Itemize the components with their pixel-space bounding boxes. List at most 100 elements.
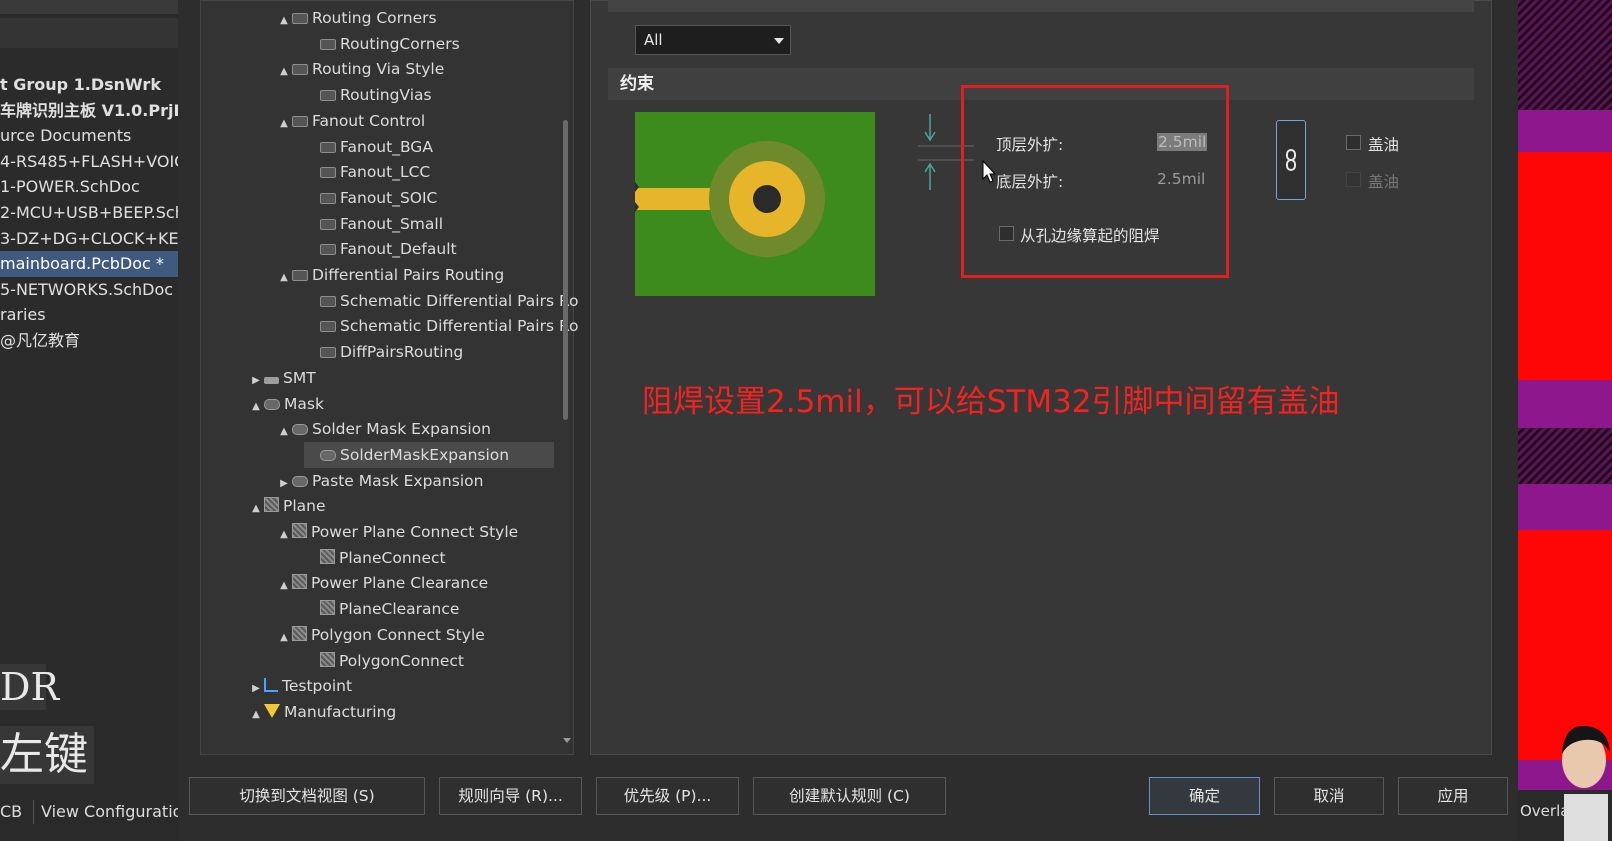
overlay-caption-2: 左键	[0, 726, 94, 784]
plane-rule-icon	[292, 523, 307, 538]
from-hole-edge-checkbox[interactable]	[999, 226, 1014, 241]
rule-tree-node[interactable]: ▲ Manufacturing	[248, 699, 396, 725]
rule-tree-node[interactable]: ▲ Power Plane Clearance	[276, 570, 488, 596]
rule-tree-node[interactable]: ▶ Testpoint	[248, 673, 352, 699]
rule-tree-node[interactable]: ▲ Solder Mask Expansion	[276, 416, 491, 442]
tent-top-checkbox[interactable]	[1346, 135, 1361, 150]
top-expansion-label: 顶层外扩:	[996, 136, 1064, 154]
create-default-rules-button[interactable]: 创建默认规则 (C)	[753, 777, 946, 815]
project-item[interactable]: 4-RS485+FLASH+VOICI	[0, 149, 178, 175]
rule-tree-node[interactable]: ▲ Routing Via Style	[276, 56, 444, 82]
scope-select-value: All	[644, 31, 663, 49]
collapse-arrow-icon[interactable]: ▲	[248, 496, 264, 522]
collapse-arrow-icon[interactable]: ▲	[276, 522, 292, 548]
rule-tree-label: Fanout_BGA	[340, 137, 433, 156]
collapse-arrow-icon[interactable]: ▲	[248, 394, 264, 420]
rule-tree-node[interactable]: DiffPairsRouting	[304, 339, 463, 365]
panel-search-bar[interactable]	[0, 18, 178, 48]
rule-tree-node[interactable]: PolygonConnect	[304, 648, 464, 674]
rule-tree-label: DiffPairsRouting	[340, 343, 464, 362]
collapse-arrow-icon[interactable]: ▲	[276, 419, 292, 445]
priorities-button[interactable]: 优先级 (P)...	[596, 777, 739, 815]
chain-link-icon	[1286, 149, 1296, 171]
scope-select[interactable]: All	[635, 25, 791, 55]
project-item[interactable]: 5-NETWORKS.SchDoc	[0, 277, 178, 303]
rule-tree-label: Plane	[283, 497, 326, 516]
project-item[interactable]: 2-MCU+USB+BEEP.SchI	[0, 200, 178, 226]
rule-tree-node[interactable]: Fanout_Default	[304, 236, 457, 262]
project-item[interactable]: raries	[0, 302, 178, 328]
rule-tree-node[interactable]: RoutingCorners	[304, 31, 460, 57]
project-item[interactable]: mainboard.PcbDoc *	[0, 251, 178, 278]
project-item[interactable]: 车牌识别主板 V1.0.PrjP	[0, 98, 178, 124]
switch-document-view-button[interactable]: 切换到文档视图 (S)	[189, 777, 425, 815]
plane-rule-icon	[292, 625, 307, 641]
top-expansion-input[interactable]: 2.5mil	[1157, 133, 1208, 151]
rule-tree-node[interactable]: ▶ Paste Mask Expansion	[276, 468, 483, 494]
cancel-button[interactable]: 取消	[1274, 777, 1384, 815]
scroll-down-icon[interactable]	[563, 738, 571, 743]
project-item[interactable]: 3-DZ+DG+CLOCK+KEY	[0, 226, 178, 252]
project-item[interactable]: @凡亿教育	[0, 328, 178, 354]
rule-tree-node[interactable]: Fanout_BGA	[304, 134, 433, 160]
route-rule-icon	[320, 38, 336, 50]
chevron-down-icon	[774, 38, 784, 44]
rule-tree-label: Fanout_Small	[340, 214, 443, 233]
rule-tree-label: Mask	[284, 394, 324, 413]
annotation-caption: 阻焊设置2.5mil，可以给STM32引脚中间留有盖油	[642, 384, 1340, 420]
rule-tree-node[interactable]: Fanout_SOIC	[304, 185, 437, 211]
rule-tree-node[interactable]: ▲ Plane	[248, 493, 326, 519]
pcb-hatch-region	[1518, 0, 1612, 110]
smt-rule-icon	[264, 376, 279, 384]
pcb-purple-band	[1518, 484, 1612, 530]
route-rule-icon	[320, 167, 336, 179]
collapse-arrow-icon[interactable]: ▲	[248, 702, 264, 728]
tab-pcb[interactable]: CB	[0, 802, 22, 821]
project-item[interactable]: 1-POWER.SchDoc	[0, 174, 178, 200]
rule-tree-node[interactable]: ▲ Routing Corners	[276, 5, 436, 34]
plane-rule-icon	[292, 574, 307, 590]
rule-tree-node[interactable]: ▲ Polygon Connect Style	[276, 622, 485, 648]
rule-tree-node[interactable]: Schematic Differential Pairs Ro	[304, 313, 579, 339]
plane-rule-icon	[320, 548, 335, 564]
rule-tree-node[interactable]: PlaneClearance	[304, 596, 459, 622]
pcb-canvas[interactable]: Overlay	[1518, 0, 1612, 841]
collapse-arrow-icon[interactable]: ▲	[276, 59, 292, 85]
rule-tree-label: Testpoint	[282, 677, 353, 696]
project-item[interactable]: urce Documents	[0, 123, 178, 149]
mask-rule-icon	[292, 475, 308, 487]
collapse-arrow-icon[interactable]: ▲	[276, 8, 292, 34]
overlay-caption-1: DR	[0, 664, 60, 710]
tab-divider	[33, 800, 34, 824]
bottom-expansion-input[interactable]: 2.5mil	[1157, 170, 1205, 188]
rule-tree-node[interactable]: SolderMaskExpansion	[304, 441, 554, 468]
tab-view-configuration[interactable]: View Configuration	[41, 802, 193, 821]
rule-tree-node[interactable]: RoutingVias	[304, 82, 432, 108]
link-values-button[interactable]	[1276, 120, 1306, 200]
rule-tree-node[interactable]: Fanout_Small	[304, 211, 443, 237]
pcb-purple-band	[1518, 380, 1612, 428]
rule-tree-label: Power Plane Clearance	[311, 574, 489, 593]
rule-tree-node[interactable]: PlaneConnect	[304, 545, 446, 571]
apply-button[interactable]: 应用	[1398, 777, 1508, 815]
route-rule-icon	[320, 141, 336, 153]
tent-bottom-label: 盖油	[1368, 173, 1400, 191]
plane-rule-icon	[320, 600, 335, 616]
rule-tree-node[interactable]: ▲ Power Plane Connect Style	[276, 519, 518, 545]
rule-tree-node[interactable]: Fanout_LCC	[304, 159, 430, 185]
project-item[interactable]: t Group 1.DsnWrk	[0, 72, 178, 98]
rule-tree-node[interactable]: Schematic Differential Pairs Ro	[304, 288, 579, 314]
collapse-arrow-icon[interactable]: ▲	[276, 265, 292, 291]
rule-tree-node[interactable]: ▲ Mask	[248, 391, 324, 417]
collapse-arrow-icon[interactable]: ▲	[276, 111, 292, 137]
rule-tree-node[interactable]: ▶ SMT	[248, 365, 316, 391]
ok-button[interactable]: 确定	[1149, 777, 1260, 815]
rule-tree-node[interactable]: ▲ Fanout Control	[276, 108, 425, 134]
rule-tree-node[interactable]: ▲ Differential Pairs Routing	[276, 262, 504, 288]
rule-tree-label: Fanout_Default	[340, 240, 457, 259]
rule-wizard-button[interactable]: 规则向导 (R)...	[439, 777, 582, 815]
collapse-arrow-icon[interactable]: ▲	[276, 625, 292, 651]
tree-scrollbar[interactable]	[563, 120, 568, 420]
collapse-arrow-icon[interactable]: ▲	[276, 573, 292, 599]
tent-top-label: 盖油	[1368, 136, 1400, 154]
